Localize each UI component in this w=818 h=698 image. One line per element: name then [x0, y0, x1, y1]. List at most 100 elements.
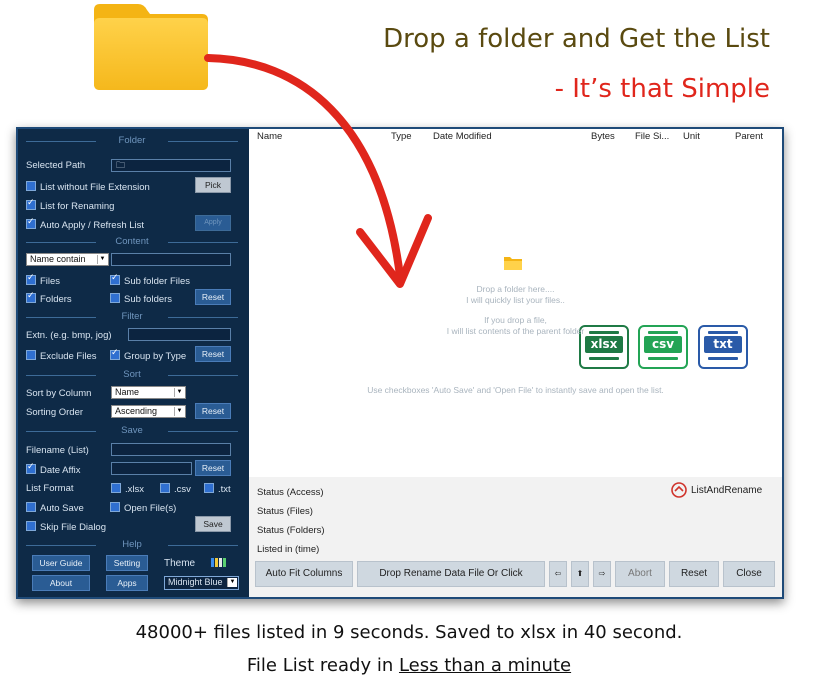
- list-without-ext-label: List without File Extension: [40, 182, 150, 193]
- reset-button[interactable]: Reset: [669, 561, 719, 587]
- format-xlsx-checkbox[interactable]: [111, 483, 121, 493]
- close-button[interactable]: Close: [723, 561, 775, 587]
- extension-input[interactable]: [128, 328, 231, 341]
- save-reset-button[interactable]: Reset: [195, 460, 231, 476]
- date-affix-option[interactable]: Date Affix: [26, 462, 81, 476]
- auto-save-checkbox[interactable]: [26, 502, 36, 512]
- footer-tagline-link[interactable]: Less than a minute: [399, 655, 571, 676]
- skip-dialog-option[interactable]: Skip File Dialog: [26, 521, 106, 533]
- column-header-bytes[interactable]: Bytes: [591, 131, 615, 142]
- name-filter-select[interactable]: Name contain ▼: [26, 253, 109, 266]
- sorting-order-select[interactable]: Ascending ▼: [111, 405, 186, 418]
- column-header-file-size[interactable]: File Si...: [635, 131, 669, 142]
- file-list-pane[interactable]: Name Type Date Modified Bytes File Si...…: [249, 129, 782, 477]
- section-content-title: Content: [115, 236, 149, 247]
- format-csv-label: .csv: [174, 484, 191, 495]
- chevron-down-icon[interactable]: ▼: [97, 255, 107, 264]
- open-files-checkbox[interactable]: [110, 502, 120, 512]
- section-help-title: Help: [122, 539, 142, 550]
- folders-option[interactable]: Folders: [26, 291, 72, 305]
- chevron-down-icon[interactable]: ▼: [174, 407, 184, 416]
- selected-path-field[interactable]: 🗀: [111, 159, 231, 172]
- files-checkbox[interactable]: [26, 273, 36, 285]
- date-affix-input[interactable]: [111, 462, 192, 475]
- list-for-renaming-checkbox[interactable]: [26, 198, 36, 210]
- sub-folder-files-checkbox[interactable]: [110, 273, 120, 285]
- chevron-down-icon[interactable]: ▼: [227, 578, 237, 587]
- format-txt-checkbox[interactable]: [204, 483, 214, 493]
- exclude-files-checkbox[interactable]: [26, 350, 36, 360]
- theme-select[interactable]: Midnight Blue ▼: [164, 576, 239, 590]
- filter-reset-button[interactable]: Reset: [195, 346, 231, 362]
- section-filter: Filter: [26, 311, 238, 323]
- files-label: Files: [40, 276, 61, 287]
- up-arrow-icon[interactable]: ⬆: [571, 561, 589, 587]
- status-files: Status (Files): [257, 506, 313, 517]
- sort-by-value: Name: [115, 387, 140, 397]
- files-option[interactable]: Files: [26, 273, 61, 287]
- sub-folders-checkbox[interactable]: [110, 293, 120, 303]
- auto-apply-option[interactable]: Auto Apply / Refresh List: [26, 217, 145, 231]
- folders-checkbox[interactable]: [26, 291, 36, 303]
- exclude-files-label: Exclude Files: [40, 351, 97, 362]
- abort-button[interactable]: Abort: [615, 561, 665, 587]
- prev-arrow-icon[interactable]: ⇦: [549, 561, 567, 587]
- section-folder: Folder: [26, 135, 238, 147]
- filename-input[interactable]: [111, 443, 231, 456]
- column-header-unit[interactable]: Unit: [683, 131, 700, 142]
- format-xlsx-option[interactable]: .xlsx: [111, 483, 144, 495]
- sub-folder-files-label: Sub folder Files: [124, 276, 191, 287]
- drop-rename-data-button[interactable]: Drop Rename Data File Or Click: [357, 561, 545, 587]
- sort-reset-button[interactable]: Reset: [195, 403, 231, 419]
- format-txt-label: .txt: [218, 484, 231, 495]
- format-csv-option[interactable]: .csv: [160, 483, 191, 495]
- list-without-ext-checkbox[interactable]: [26, 181, 36, 191]
- save-button[interactable]: Save: [195, 516, 231, 532]
- sorting-order-label: Sorting Order: [26, 407, 84, 418]
- auto-fit-columns-button[interactable]: Auto Fit Columns: [255, 561, 353, 587]
- format-xlsx-label: .xlsx: [125, 484, 144, 495]
- auto-save-option[interactable]: Auto Save: [26, 502, 84, 514]
- sort-by-select[interactable]: Name ▼: [111, 386, 186, 399]
- apps-button[interactable]: Apps: [106, 575, 148, 591]
- list-for-renaming-option[interactable]: List for Renaming: [26, 198, 115, 212]
- sort-by-label: Sort by Column: [26, 388, 92, 399]
- group-by-type-option[interactable]: Group by Type: [110, 348, 186, 362]
- format-csv-checkbox[interactable]: [160, 483, 170, 493]
- auto-apply-label: Auto Apply / Refresh List: [40, 220, 145, 231]
- name-filter-input[interactable]: [111, 253, 231, 266]
- status-access: Status (Access): [257, 487, 324, 498]
- column-header-name[interactable]: Name: [257, 131, 282, 142]
- list-without-ext-option[interactable]: List without File Extension: [26, 181, 150, 193]
- theme-label: Theme: [164, 558, 196, 569]
- section-filter-title: Filter: [121, 311, 143, 322]
- section-sort: Sort: [26, 369, 238, 381]
- drop-hint-line5: Use checkboxes 'Auto Save' and 'Open Fil…: [367, 385, 664, 395]
- sub-folder-files-option[interactable]: Sub folder Files: [110, 273, 191, 287]
- next-arrow-icon[interactable]: ⇨: [593, 561, 611, 587]
- pick-button[interactable]: Pick: [195, 177, 231, 193]
- list-for-renaming-label: List for Renaming: [40, 201, 115, 212]
- column-header-type[interactable]: Type: [391, 131, 412, 142]
- content-reset-button[interactable]: Reset: [195, 289, 231, 305]
- theme-palette-icon[interactable]: [211, 558, 229, 567]
- group-by-type-checkbox[interactable]: [110, 348, 120, 360]
- filename-label: Filename (List): [26, 445, 89, 456]
- skip-dialog-checkbox[interactable]: [26, 521, 36, 531]
- open-files-option[interactable]: Open File(s): [110, 502, 176, 514]
- user-guide-button[interactable]: User Guide: [32, 555, 90, 571]
- chevron-down-icon[interactable]: ▼: [174, 388, 184, 397]
- about-button[interactable]: About: [32, 575, 90, 591]
- exclude-files-option[interactable]: Exclude Files: [26, 350, 97, 362]
- column-header-date-modified[interactable]: Date Modified: [433, 131, 492, 142]
- status-folders: Status (Folders): [257, 525, 325, 536]
- folder-small-icon: 🗀: [116, 160, 126, 170]
- column-header-parent[interactable]: Parent: [735, 131, 763, 142]
- auto-apply-checkbox[interactable]: [26, 217, 36, 229]
- format-txt-option[interactable]: .txt: [204, 483, 231, 495]
- setting-button[interactable]: Setting: [106, 555, 148, 571]
- sub-folders-option[interactable]: Sub folders: [110, 293, 172, 305]
- date-affix-checkbox[interactable]: [26, 462, 36, 474]
- brand-logo-icon: [671, 482, 687, 498]
- apply-button[interactable]: Apply: [195, 215, 231, 231]
